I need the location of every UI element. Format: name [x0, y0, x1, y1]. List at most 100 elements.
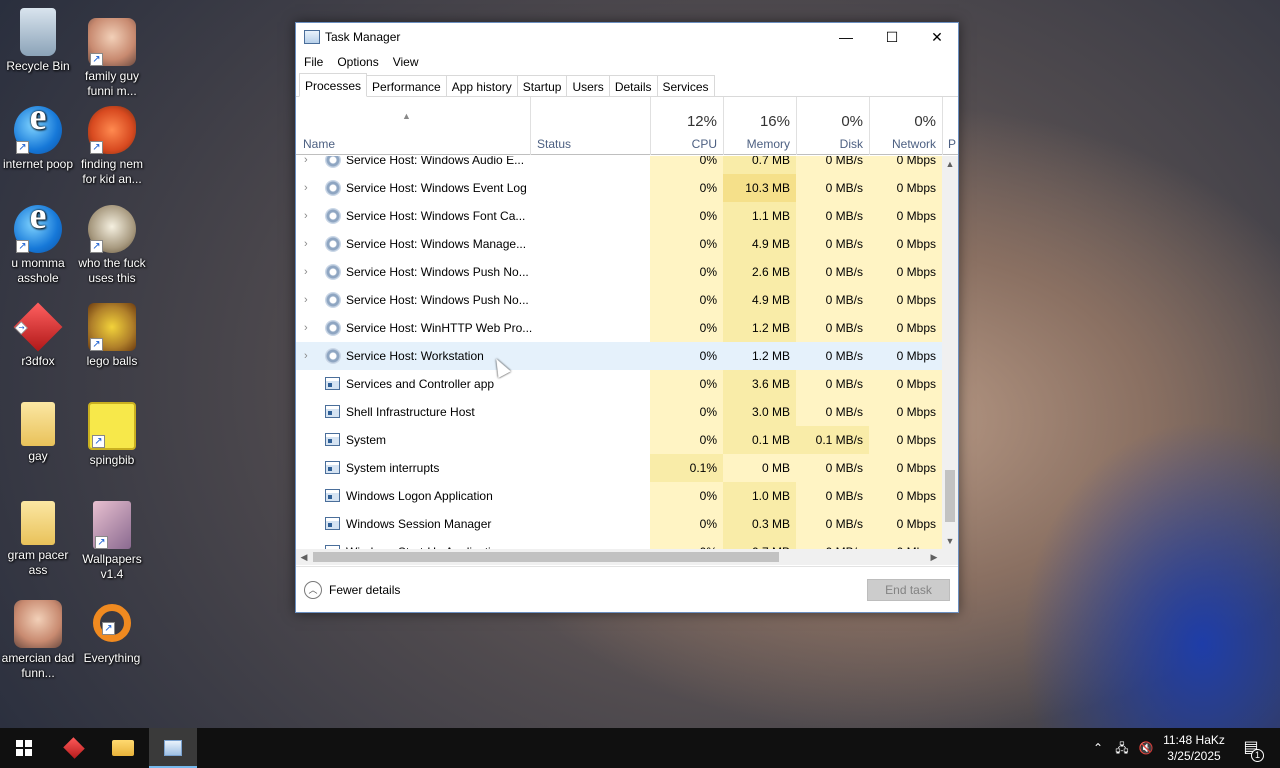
taskbar-file-explorer[interactable] [99, 728, 147, 768]
desktop-icon[interactable]: amercian dad funn... [0, 600, 76, 681]
desktop-icon[interactable]: gram pacer ass [0, 501, 76, 578]
expand-chevron-icon[interactable]: › [304, 342, 314, 370]
process-row[interactable]: › Service Host: Windows Push No... 0% 4.9 M… [296, 286, 942, 314]
maximize-button[interactable]: ☐ [869, 23, 915, 51]
task-manager-window[interactable]: Task Manager — ☐ ✕ File Options View Pro… [295, 22, 959, 613]
expand-chevron-icon[interactable]: › [304, 156, 314, 174]
tab-startup[interactable]: Startup [516, 75, 568, 96]
scroll-right-icon[interactable]: ▶ [926, 549, 942, 565]
folder-icon [112, 740, 134, 756]
process-row[interactable]: › Service Host: Windows Push No... 0% 2.6 M… [296, 258, 942, 286]
process-memory: 4.9 MB [723, 230, 796, 258]
scroll-up-icon[interactable]: ▲ [942, 156, 958, 172]
expand-chevron-icon[interactable]: › [304, 174, 314, 202]
expand-chevron-icon[interactable]: › [304, 258, 314, 286]
title-bar[interactable]: Task Manager — ☐ ✕ [296, 23, 958, 51]
network-icon[interactable]: 🖧 [1112, 728, 1132, 768]
process-row[interactable]: › Service Host: Workstation 0% 1.2 MB 0 MB/s… [296, 342, 942, 370]
show-hidden-icons-chevron-icon[interactable]: ⌃ [1090, 728, 1106, 768]
window-title: Task Manager [325, 30, 401, 44]
column-status[interactable]: Status [530, 97, 650, 155]
process-row[interactable]: System interrupts 0.1% 0 MB 0 MB/s 0 Mbps [296, 454, 942, 482]
expand-chevron-icon[interactable]: › [304, 314, 314, 342]
start-button[interactable] [0, 728, 48, 768]
notification-center-icon[interactable]: ▤ 1 [1236, 728, 1266, 768]
column-cpu[interactable]: 12% CPU [650, 97, 723, 155]
process-row[interactable]: › Service Host: Windows Event Log 0% 10.3 M… [296, 174, 942, 202]
minimize-button[interactable]: — [823, 23, 869, 51]
desktop-icon[interactable]: ↗ spingbib [74, 402, 150, 468]
desktop-icon[interactable]: ↗ r3dfox [0, 302, 76, 369]
process-row[interactable]: › Service Host: WinHTTP Web Pro... 0% 1.2 M… [296, 314, 942, 342]
expand-chevron-icon[interactable]: › [304, 230, 314, 258]
desktop-icon[interactable]: ↗ family guy funni m... [74, 18, 150, 99]
process-list[interactable]: › Service Host: Windows Audio E... 0% 0.7 M… [296, 156, 942, 549]
desktop-icon[interactable]: ↗ who the fuck uses this [74, 205, 150, 286]
desktop-icon-label: amercian dad funn... [1, 651, 75, 680]
horizontal-scrollbar[interactable]: ◀ ▶ [296, 549, 942, 565]
service-gear-icon [325, 156, 341, 168]
column-power[interactable]: P [942, 97, 958, 155]
tab-performance[interactable]: Performance [366, 75, 447, 96]
desktop-icon[interactable]: gay [0, 402, 76, 464]
process-cpu: 0% [699, 349, 717, 363]
chevron-up-icon[interactable]: ︿ [304, 581, 322, 599]
process-status [530, 156, 650, 174]
expand-chevron-icon[interactable]: › [304, 202, 314, 230]
process-row[interactable]: Windows Start-Up Application 0%0.7 MB0 MB… [296, 538, 942, 549]
process-row[interactable]: › Service Host: Windows Manage... 0% 4.9 MB… [296, 230, 942, 258]
tab-services[interactable]: Services [656, 75, 715, 96]
column-network[interactable]: 0% Network [869, 97, 942, 155]
scroll-left-icon[interactable]: ◀ [296, 549, 312, 565]
close-button[interactable]: ✕ [914, 23, 960, 51]
column-cpu-label: CPU [691, 137, 717, 151]
process-name: Windows Logon Application [346, 489, 493, 503]
expand-chevron-icon[interactable]: › [304, 286, 314, 314]
process-row[interactable]: › Service Host: Windows Font Ca... 0% 1.1 M… [296, 202, 942, 230]
volume-muted-icon[interactable]: 🔇 [1136, 728, 1156, 768]
process-row[interactable]: Windows Session Manager 0% 0.3 MB 0 MB/s 0 M… [296, 510, 942, 538]
desktop-icon[interactable]: Recycle Bin [0, 8, 76, 74]
process-memory: 0.3 MB [723, 510, 796, 538]
process-network: 0 Mbps [869, 454, 942, 482]
process-cpu: 0% [650, 426, 723, 454]
process-row[interactable]: Windows Logon Application 0% 1.0 MB 0 MB/s 0… [296, 482, 942, 510]
shortcut-arrow-icon: ↗ [16, 141, 29, 154]
column-disk-label: Disk [839, 137, 863, 151]
desktop-icon[interactable]: ↗ Wallpapers v1.4 [74, 501, 150, 582]
tab-app-history[interactable]: App history [445, 75, 518, 96]
process-disk: 0 MB/s [796, 398, 869, 426]
taskbar-task-manager[interactable] [149, 728, 197, 768]
fewer-details-link[interactable]: Fewer details [329, 583, 400, 597]
desktop-icon[interactable]: ↗ lego balls [74, 303, 150, 369]
taskbar-r3dfox[interactable] [50, 728, 98, 768]
tab-processes[interactable]: Processes [299, 73, 368, 97]
desktop-icon[interactable]: ↗ finding nem for kid an... [74, 106, 150, 187]
process-row[interactable]: Shell Infrastructure Host 0% 3.0 MB 0 MB/s 0… [296, 398, 942, 426]
tab-users[interactable]: Users [566, 75, 610, 96]
scroll-down-icon[interactable]: ▼ [942, 533, 958, 549]
column-memory[interactable]: 16% Memory [723, 97, 796, 155]
r3dfox-icon [63, 737, 85, 759]
desktop-icon[interactable]: ↗ internet poop [0, 106, 76, 172]
horizontal-scroll-thumb[interactable] [313, 552, 779, 562]
tab-details[interactable]: Details [608, 75, 658, 96]
process-row[interactable]: Services and Controller app 0% 3.6 MB 0 MB/… [296, 370, 942, 398]
desktop-icon[interactable]: ↗ u momma asshole [0, 205, 76, 286]
column-name[interactable]: ▲ Name [296, 97, 530, 155]
process-status [530, 370, 650, 398]
menu-options[interactable]: Options [337, 51, 378, 73]
process-status [530, 202, 650, 230]
process-row[interactable]: › Service Host: Windows Audio E... 0% 0.7 M… [296, 156, 942, 174]
process-row[interactable]: System 0% 0.1 MB 0.1 MB/s 0 Mbps [296, 426, 942, 454]
process-status [530, 454, 650, 482]
vertical-scrollbar[interactable]: ▲ ▼ [942, 156, 958, 549]
desktop-icon[interactable]: ↗ Everything [74, 600, 150, 666]
menu-view[interactable]: View [393, 51, 419, 73]
vertical-scroll-thumb[interactable] [945, 470, 955, 522]
column-disk[interactable]: 0% Disk [796, 97, 869, 155]
clock[interactable]: 11:48 HaKz 3/25/2025 [1158, 728, 1230, 768]
menu-file[interactable]: File [304, 51, 323, 73]
end-task-button[interactable]: End task [867, 579, 950, 601]
process-memory: 1.2 MB [723, 314, 796, 342]
